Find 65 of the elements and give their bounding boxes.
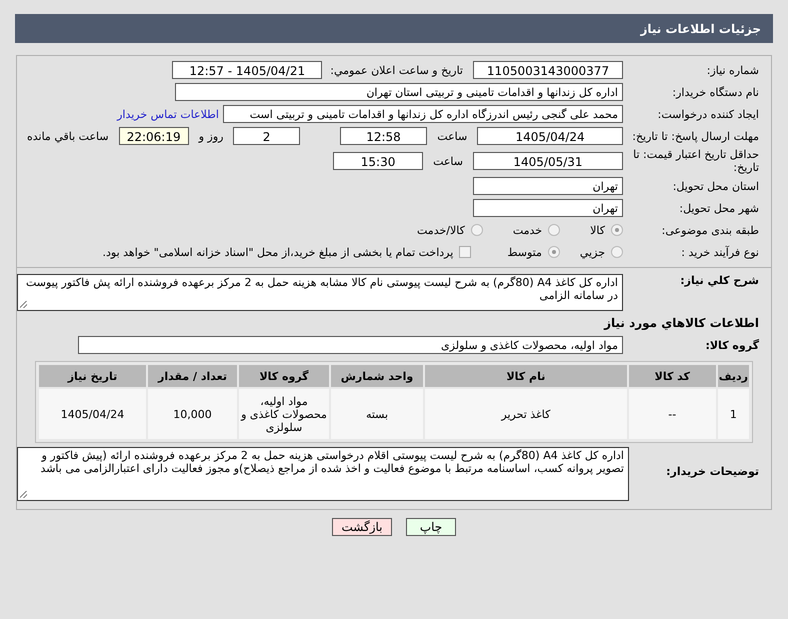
column-header: گروه کالا: [239, 365, 329, 387]
radio-button[interactable]: [548, 246, 560, 258]
goods-group-field: مواد اولیه، محصولات کاغذی و سلولزی: [78, 336, 623, 354]
remaining-label: ساعت باقي مانده: [26, 130, 109, 142]
field-label: حداقل تاریخ اعتبار قیمت: تا تاریخ:: [632, 148, 759, 174]
table-cell: کاغذ تحریر: [425, 389, 627, 439]
column-header: نام کالا: [425, 365, 627, 387]
action-button[interactable]: چاپ: [406, 518, 456, 536]
days-label: روز و: [198, 130, 224, 142]
column-header: ردیف: [718, 365, 749, 387]
table-cell: --: [628, 389, 716, 439]
buyer-org-field: اداره کل زندانها و اقدامات تامینی و تربیتی استان تهران: [175, 83, 623, 101]
section-title: اطلاعات کالاهاي مورد نیاز: [604, 316, 759, 330]
field-label: نوع فرآیند خرید :: [680, 246, 759, 258]
field-label: توضیحات خریدار:: [665, 465, 759, 478]
table-cell: 1: [718, 389, 749, 439]
table-cell: 10,000: [148, 389, 237, 439]
radio-label: خدمت: [512, 224, 542, 236]
radio-button[interactable]: [548, 224, 560, 236]
field-label: مهلت ارسال پاسخ: تا تاریخ:: [631, 130, 759, 142]
need-number-field: 1105003143000377: [473, 61, 623, 79]
province-field: تهران: [473, 177, 623, 195]
field-label: نام دستگاه خریدار:: [671, 86, 759, 98]
table-cell: مواد اولیه، محصولات کاغذی و سلولزی: [239, 389, 329, 439]
buyer-contact-link[interactable]: اطلاعات تماس خریدار: [117, 108, 219, 120]
field-label: استان محل تحویل:: [672, 180, 759, 192]
city-field: تهران: [473, 199, 623, 217]
table-cell: بسته: [331, 389, 423, 439]
radio-label: کالا/خدمت: [417, 224, 465, 236]
validity-date-field: 1405/05/31: [473, 152, 623, 170]
announce-date-field: 1405/04/21 - 12:57: [172, 61, 322, 79]
deadline-time-field: 12:58: [340, 127, 428, 145]
buyer-notes-textarea[interactable]: اداره کل کاغذ A4 (80گرم) به شرح لیست پیوستی اقلام درخواستی هزینه حمل به 2 مرکز برعهده فروشنده ارائه (پیش فاکتور و تصویر پروانه کسب، اساسنامه مرتبط با موضوع فعالیت و اخذ شده از مراجع ذیصلاح)و مجوز فعالیت دارای اعتبارالزامی می باشد: [17, 447, 629, 501]
field-label: تاریخ و ساعت اعلان عمومي:: [330, 64, 463, 76]
remaining-time-field: 22:06:19: [118, 127, 189, 145]
header-title: جزئیات اطلاعات نیاز: [640, 22, 761, 36]
action-button[interactable]: بازگشت: [332, 518, 392, 536]
column-header: تاریخ نیاز: [39, 365, 146, 387]
time-label: ساعت: [433, 154, 463, 168]
field-label: شهر محل تحویل:: [678, 202, 759, 214]
column-header: واحد شمارش: [331, 365, 423, 387]
resize-grip-icon[interactable]: [20, 301, 27, 308]
column-header: تعداد / مقدار: [148, 365, 237, 387]
radio-label: جزیي: [580, 246, 605, 258]
resize-grip-icon[interactable]: [20, 491, 27, 498]
field-label: ایجاد کننده درخواست:: [656, 108, 759, 120]
requester-field: محمد علی گنجی رئیس اندرزگاه اداره کل زندانها و اقدامات تامینی و تربیتی است: [223, 105, 623, 123]
field-label: گروه کالا:: [704, 338, 759, 352]
validity-time-field: 15:30: [333, 152, 424, 170]
field-label: شماره نیاز:: [706, 64, 759, 76]
radio-label: کالا: [590, 224, 605, 236]
time-label: ساعت: [437, 130, 468, 142]
field-label: طبقه بندی موضوعی:: [660, 224, 759, 236]
checkbox[interactable]: [459, 246, 472, 258]
radio-button[interactable]: [470, 224, 483, 236]
checkbox-label: پرداخت تمام یا بخشی از مبلغ خرید،از محل "اسناد خزانه اسلامی" خواهد بود.: [102, 246, 454, 258]
days-field: 2: [233, 127, 300, 145]
radio-label: متوسط: [507, 246, 542, 258]
table-cell: 1405/04/24: [39, 389, 146, 439]
description-textarea[interactable]: اداره کل کاغذ A4 (80گرم) به شرح لیست پیوستی نام کالا مشابه هزینه حمل به 2 مرکز برعهده فروشنده ارائه پش فاکتور پیوست در سامانه الزامی: [17, 274, 623, 311]
column-header: کد کالا: [628, 365, 716, 387]
deadline-date-field: 1405/04/24: [477, 127, 623, 145]
radio-button[interactable]: [611, 224, 623, 236]
field-label: شرح کلي نیاز:: [679, 274, 759, 287]
radio-button[interactable]: [611, 246, 623, 258]
